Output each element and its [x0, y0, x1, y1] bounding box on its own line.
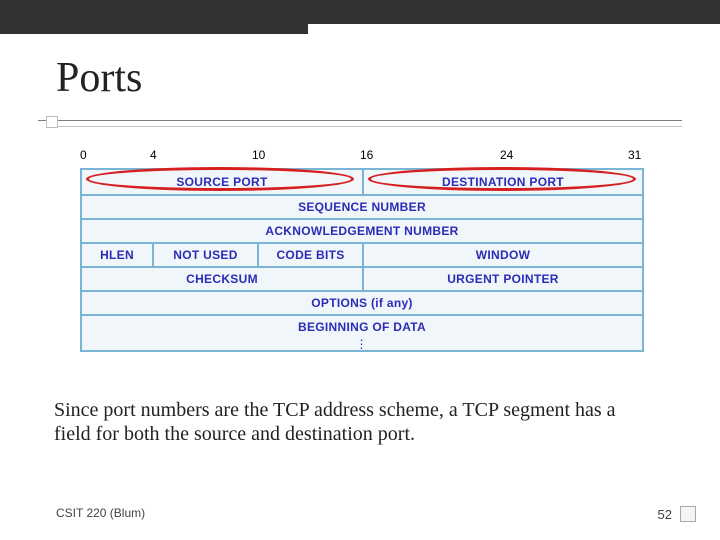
title-rule [38, 120, 682, 122]
field-beginning-of-data: BEGINNING OF DATA [82, 316, 642, 338]
bit-label-0: 0 [80, 148, 87, 162]
field-hlen: HLEN [82, 244, 152, 266]
caption-text: Since port numbers are the TCP address s… [54, 398, 654, 447]
page-number: 52 [658, 507, 672, 522]
tcp-row-ports: SOURCE PORT DESTINATION PORT [82, 170, 642, 194]
tcp-row-data: BEGINNING OF DATA [82, 314, 642, 338]
corner-ornament [680, 506, 696, 522]
tcp-row-flags: HLEN NOT USED CODE BITS WINDOW [82, 242, 642, 266]
rule-box-ornament [46, 116, 58, 128]
field-destination-port: DESTINATION PORT [362, 170, 642, 194]
tcp-row-checksum: CHECKSUM URGENT POINTER [82, 266, 642, 290]
rule-line-2 [52, 126, 682, 127]
rule-line-1 [38, 120, 682, 121]
slide: Ports 0 4 10 16 24 31 SOURCE PORT DESTIN… [0, 0, 720, 540]
bit-label-16: 16 [360, 148, 373, 162]
field-not-used: NOT USED [152, 244, 257, 266]
tcp-row-sequence: SEQUENCE NUMBER [82, 194, 642, 218]
field-sequence-number: SEQUENCE NUMBER [82, 196, 642, 218]
field-source-port: SOURCE PORT [82, 170, 362, 194]
bit-scale: 0 4 10 16 24 31 [80, 148, 644, 166]
footer-course: CSIT 220 (Blum) [56, 506, 145, 520]
top-bar-accent [0, 0, 308, 34]
field-checksum: CHECKSUM [82, 268, 362, 290]
field-window: WINDOW [362, 244, 642, 266]
field-options: OPTIONS (if any) [82, 292, 642, 314]
page-title: Ports [56, 54, 142, 102]
tcp-row-options: OPTIONS (if any) [82, 290, 642, 314]
tcp-row-ack: ACKNOWLEDGEMENT NUMBER [82, 218, 642, 242]
bit-label-24: 24 [500, 148, 513, 162]
bit-label-10: 10 [252, 148, 265, 162]
bit-label-31: 31 [628, 148, 641, 162]
field-ack-number: ACKNOWLEDGEMENT NUMBER [82, 220, 642, 242]
field-code-bits: CODE BITS [257, 244, 362, 266]
tcp-header-diagram: 0 4 10 16 24 31 SOURCE PORT DESTINATION … [80, 148, 644, 368]
field-urgent-pointer: URGENT POINTER [362, 268, 642, 290]
bit-label-4: 4 [150, 148, 157, 162]
footer-right: 52 [658, 506, 696, 522]
tcp-header-table: SOURCE PORT DESTINATION PORT SEQUENCE NU… [80, 168, 644, 352]
continuation-dots: ⋮ [82, 338, 642, 350]
